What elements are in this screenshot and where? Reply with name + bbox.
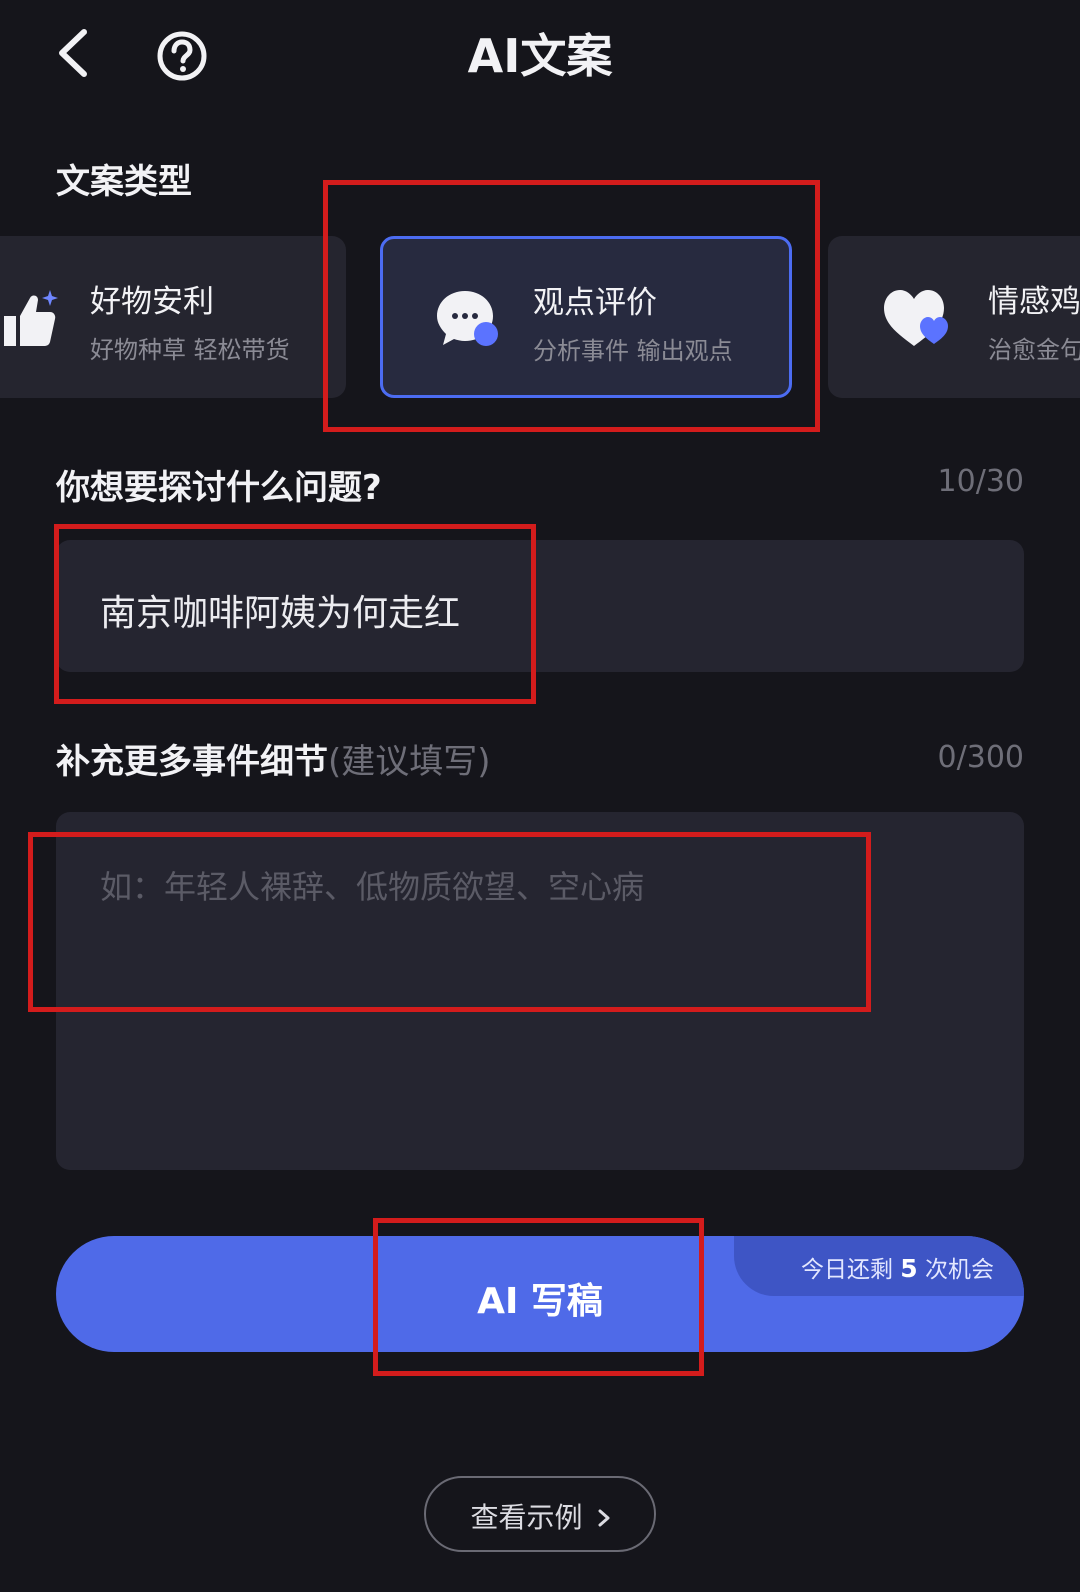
type-section-title: 文案类型 xyxy=(56,162,192,202)
chevron-right-icon xyxy=(598,1509,610,1527)
card-title: 好物安利 xyxy=(90,284,214,320)
heart-icon xyxy=(884,290,948,346)
annotation-box-question xyxy=(54,524,536,704)
annotation-box-cta xyxy=(373,1218,704,1376)
page-title: AI文案 xyxy=(467,29,613,83)
card-subtitle: 治愈金句 xyxy=(988,336,1080,364)
type-card-recommend[interactable]: 好物安利 好物种草 轻松带货 xyxy=(0,236,346,398)
annotation-box-details xyxy=(28,832,871,1012)
details-hint: (建议填写) xyxy=(328,742,491,782)
details-label: 补充更多事件细节(建议填写) xyxy=(56,734,491,783)
details-label-text: 补充更多事件细节 xyxy=(56,742,328,782)
card-subtitle: 好物种草 轻松带货 xyxy=(90,336,290,364)
view-example-label: 查看示例 xyxy=(426,1496,658,1536)
view-example-text: 查看示例 xyxy=(470,1501,583,1534)
thumbs-up-icon xyxy=(4,290,58,346)
view-example-button[interactable]: 查看示例 xyxy=(424,1476,656,1552)
question-label: 你想要探讨什么问题? xyxy=(56,468,382,508)
card-title: 情感鸡 xyxy=(988,284,1080,320)
type-card-emotion[interactable]: 情感鸡 治愈金句 xyxy=(828,236,1080,398)
annotation-box-type xyxy=(323,180,820,432)
question-counter: 10/30 xyxy=(937,464,1024,499)
details-counter: 0/300 xyxy=(937,740,1024,775)
